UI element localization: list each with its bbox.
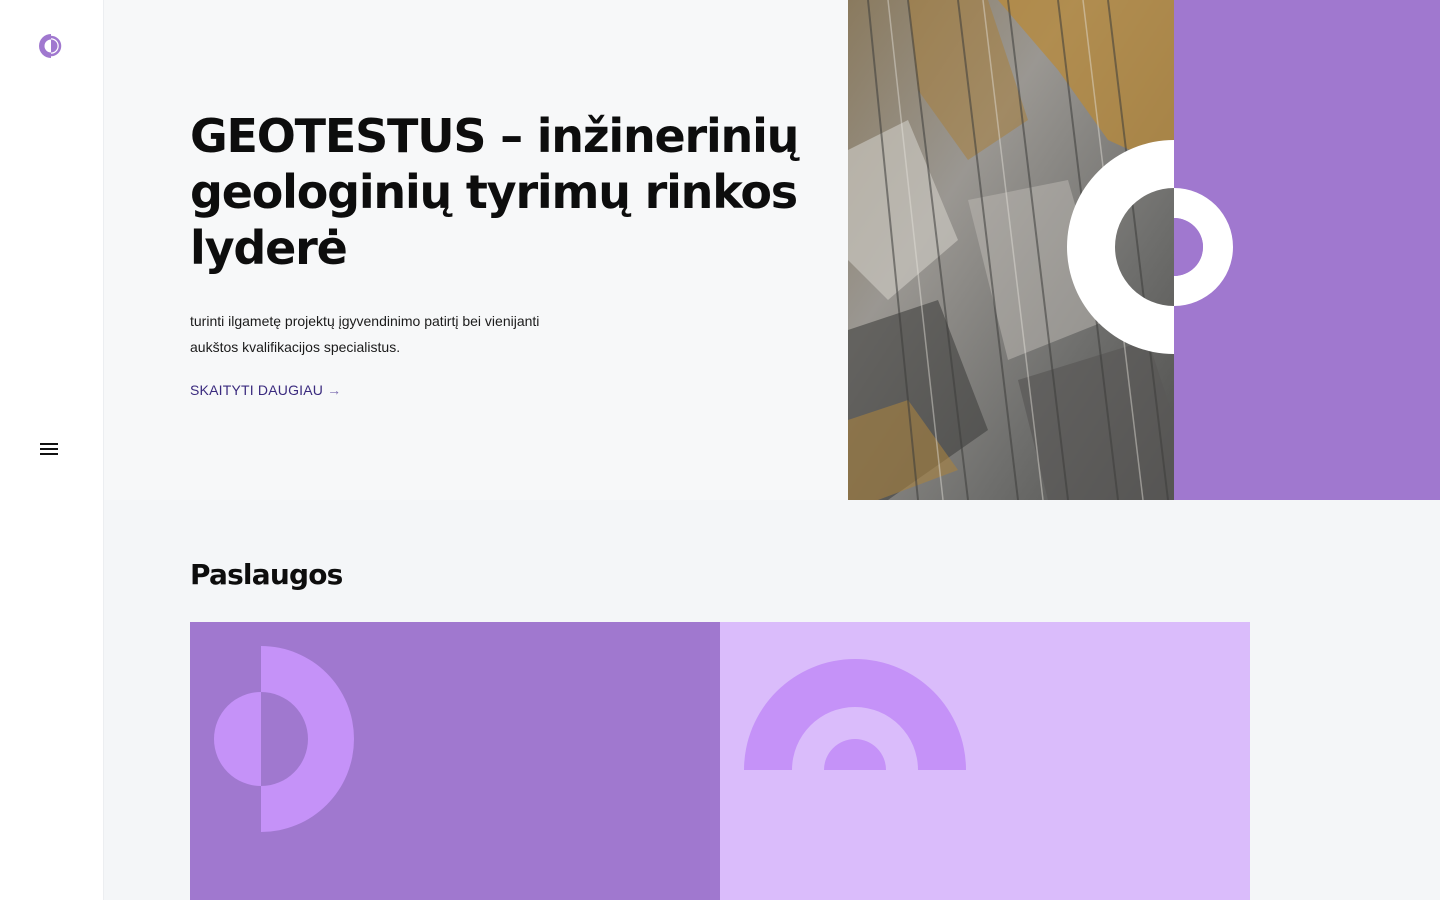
company-logo-icon[interactable]: [38, 30, 64, 62]
sidebar: [0, 0, 104, 900]
service-card[interactable]: [190, 622, 720, 900]
read-more-label: SKAITYTI DAUGIAU: [190, 382, 324, 398]
hero-title: GEOTESTUS – inžinerinių geologinių tyrim…: [190, 109, 799, 275]
ring-decoration-icon: [1060, 130, 1250, 360]
arrow-right-icon: →: [327, 382, 342, 398]
services-heading: Paslaugos: [190, 558, 343, 591]
hero-section: GEOTESTUS – inžinerinių geologinių tyrim…: [104, 0, 848, 500]
hamburger-menu-icon[interactable]: [40, 440, 64, 460]
read-more-link[interactable]: SKAITYTI DAUGIAU →: [190, 382, 341, 398]
half-circle-ring-shape: [212, 644, 356, 834]
arch-shape: [742, 658, 968, 772]
service-card[interactable]: [720, 622, 1250, 900]
hero-description: turinti ilgametę projektų įgyvendinimo p…: [190, 313, 540, 355]
